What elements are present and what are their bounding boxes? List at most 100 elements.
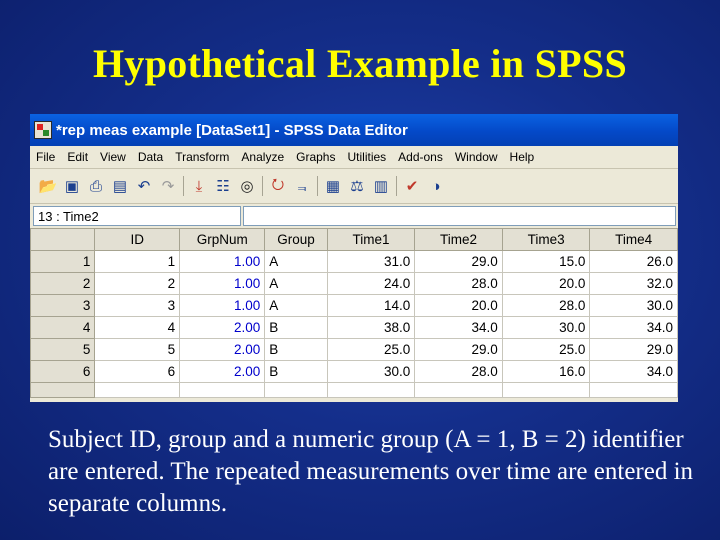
split-file-icon[interactable]: ▦ [321,175,345,197]
select-cases-icon[interactable]: ▥ [369,175,393,197]
use-sets-icon[interactable]: ◑ [424,175,448,197]
empty-cell[interactable] [589,382,678,398]
redo-icon[interactable]: ↷ [156,175,180,197]
menu-graphs[interactable]: Graphs [290,150,341,164]
print-icon[interactable]: ⎙ [84,175,108,197]
cell-group[interactable]: B [264,338,328,361]
cell-time2[interactable]: 28.0 [414,360,503,383]
empty-cell[interactable] [179,382,266,398]
cell-time3[interactable]: 30.0 [501,316,591,339]
weight-cases-icon[interactable]: ⚖ [345,175,369,197]
cell-id[interactable]: 3 [94,294,181,317]
corner-cell[interactable] [30,228,96,251]
open-icon[interactable]: 📂 [36,175,60,197]
variables-icon[interactable]: ☷ [211,175,235,197]
cell-time3[interactable]: 20.0 [501,272,591,295]
column-header-time1[interactable]: Time1 [326,228,416,251]
cell-time4[interactable]: 29.0 [589,338,678,361]
menu-add-ons[interactable]: Add-ons [392,150,449,164]
insert-variable-icon[interactable]: ⫬ [290,175,314,197]
cell-grpnum[interactable]: 2.00 [179,360,266,383]
menu-window[interactable]: Window [449,150,504,164]
empty-cell[interactable] [264,382,328,398]
cell-id[interactable]: 1 [94,250,181,273]
cell-time2[interactable]: 29.0 [414,250,503,273]
menu-analyze[interactable]: Analyze [235,150,290,164]
cell-group[interactable]: B [264,360,328,383]
undo-icon[interactable]: ↶ [132,175,156,197]
empty-cell[interactable] [94,382,181,398]
window-titlebar[interactable]: *rep meas example [DataSet1] - SPSS Data… [30,114,678,146]
row-number[interactable]: 6 [30,360,96,383]
cell-grpnum[interactable]: 1.00 [179,294,266,317]
cell-group[interactable]: A [264,250,328,273]
cell-time3[interactable]: 25.0 [501,338,591,361]
menu-help[interactable]: Help [504,150,541,164]
cell-time4[interactable]: 26.0 [589,250,678,273]
cell-id[interactable]: 5 [94,338,181,361]
value-labels-icon[interactable]: ✔ [400,175,424,197]
cell-time1[interactable]: 25.0 [326,338,416,361]
column-header-grpnum[interactable]: GrpNum [179,228,266,251]
cell-grpnum[interactable]: 1.00 [179,250,266,273]
cell-time3[interactable]: 28.0 [501,294,591,317]
cell-time2[interactable]: 28.0 [414,272,503,295]
row-number[interactable]: 4 [30,316,96,339]
save-icon[interactable]: ▣ [60,175,84,197]
insert-cases-icon[interactable]: ⭮ [266,175,290,197]
cell-time2[interactable]: 20.0 [414,294,503,317]
goto-case-icon[interactable]: ⤓ [187,175,211,197]
spss-app-icon [34,121,52,139]
menu-view[interactable]: View [94,150,132,164]
cell-group[interactable]: B [264,316,328,339]
cell-time1[interactable]: 31.0 [326,250,416,273]
find-icon[interactable]: ◎ [235,175,259,197]
cell-group[interactable]: A [264,294,328,317]
cell-value-input[interactable] [243,206,676,226]
cell-time1[interactable]: 24.0 [326,272,416,295]
cell-id[interactable]: 6 [94,360,181,383]
data-grid: ID GrpNum Group Time1 Time2 Time3 Time4 … [30,228,678,398]
cell-grpnum[interactable]: 2.00 [179,338,266,361]
menu-file[interactable]: File [30,150,61,164]
row-number[interactable]: 1 [30,250,96,273]
cell-id[interactable]: 4 [94,316,181,339]
cell-time4[interactable]: 30.0 [589,294,678,317]
row-number[interactable]: 2 [30,272,96,295]
column-header-time2[interactable]: Time2 [414,228,503,251]
cell-time4[interactable]: 34.0 [589,360,678,383]
menu-data[interactable]: Data [132,150,169,164]
dialog-recall-icon[interactable]: ▤ [108,175,132,197]
cell-time1[interactable]: 30.0 [326,360,416,383]
menu-utilities[interactable]: Utilities [341,150,392,164]
column-header-id[interactable]: ID [94,228,181,251]
cell-time2[interactable]: 29.0 [414,338,503,361]
column-header-time3[interactable]: Time3 [501,228,591,251]
cell-time4[interactable]: 34.0 [589,316,678,339]
cell-time3[interactable]: 15.0 [501,250,591,273]
empty-cell[interactable] [326,382,416,398]
menu-edit[interactable]: Edit [61,150,94,164]
cell-id[interactable]: 2 [94,272,181,295]
cell-reference-field[interactable]: 13 : Time2 [33,206,241,226]
row-number[interactable] [30,382,96,398]
column-header-group[interactable]: Group [264,228,328,251]
cell-time1[interactable]: 14.0 [326,294,416,317]
table-row: 4 4 2.00 B 38.0 34.0 30.0 34.0 [30,316,678,339]
menu-bar: File Edit View Data Transform Analyze Gr… [30,146,678,169]
cell-time4[interactable]: 32.0 [589,272,678,295]
menu-transform[interactable]: Transform [169,150,235,164]
cell-group[interactable]: A [264,272,328,295]
empty-cell[interactable] [414,382,503,398]
cell-grpnum[interactable]: 1.00 [179,272,266,295]
cell-time3[interactable]: 16.0 [501,360,591,383]
row-number[interactable]: 5 [30,338,96,361]
cell-grpnum[interactable]: 2.00 [179,316,266,339]
column-header-time4[interactable]: Time4 [589,228,678,251]
table-row: 5 5 2.00 B 25.0 29.0 25.0 29.0 [30,338,678,361]
cell-time1[interactable]: 38.0 [326,316,416,339]
row-number[interactable]: 3 [30,294,96,317]
table-row: 6 6 2.00 B 30.0 28.0 16.0 34.0 [30,360,678,383]
empty-cell[interactable] [501,382,591,398]
cell-time2[interactable]: 34.0 [414,316,503,339]
